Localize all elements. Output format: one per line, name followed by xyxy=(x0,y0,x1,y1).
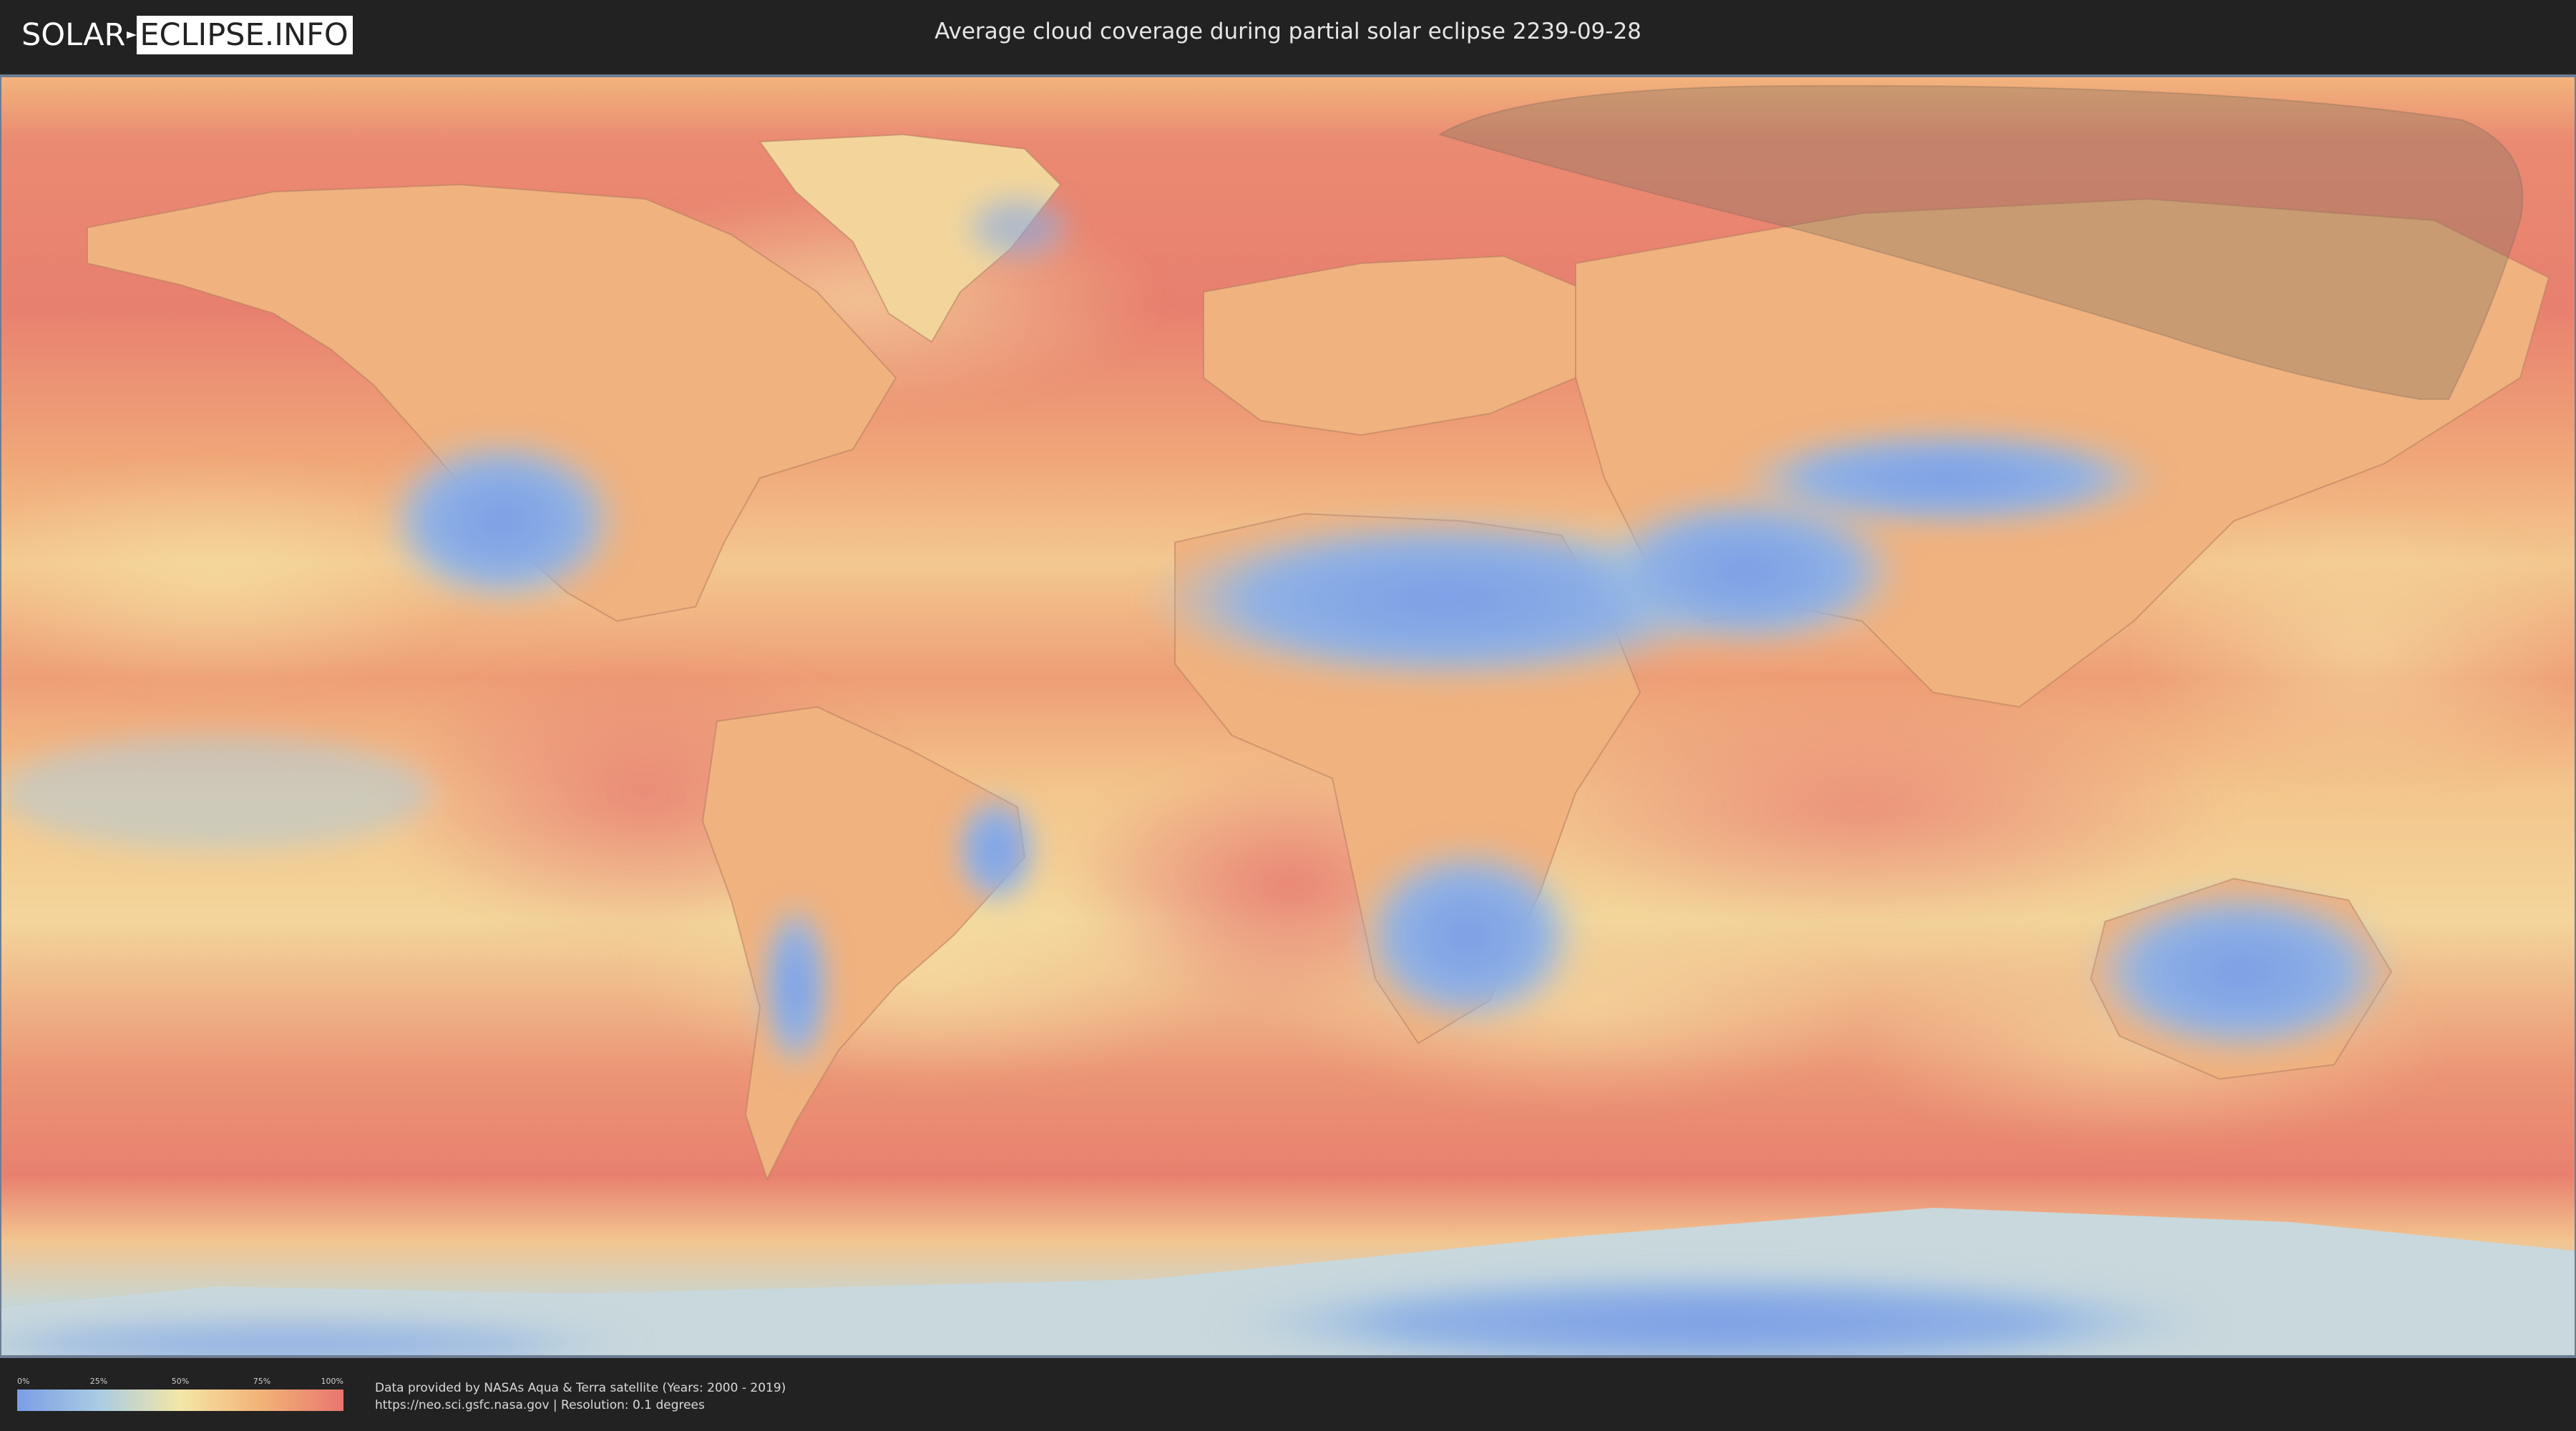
legend-tick-25: 25% xyxy=(89,1377,108,1386)
cloud-coverage-legend: 0% 25% 50% 75% 100% xyxy=(17,1377,343,1412)
clear-region-brazil-east xyxy=(953,793,1039,907)
clear-region-central-asia xyxy=(1733,428,2162,528)
clear-region-atacama xyxy=(760,900,831,1072)
clear-region-australia xyxy=(2084,886,2399,1058)
legend-color-scale xyxy=(17,1390,343,1411)
legend-tick-0: 0% xyxy=(17,1377,30,1386)
legend-tick-100: 100% xyxy=(321,1377,343,1386)
page: SOLAR ECLIPSE.INFO Average cloud coverag… xyxy=(0,0,2576,1431)
world-map-image xyxy=(1,77,2575,1355)
clear-region-north-american-west xyxy=(381,435,624,607)
cloud-coverage-map[interactable] xyxy=(0,74,2576,1358)
clear-region-southern-africa xyxy=(1354,843,1583,1029)
footer-bar: 0% 25% 50% 75% 100% Data provided by NAS… xyxy=(0,1358,2576,1431)
legend-tick-50: 50% xyxy=(171,1377,190,1386)
page-title: Average cloud coverage during partial so… xyxy=(935,19,1641,44)
legend-tick-75: 75% xyxy=(253,1377,271,1386)
header-bar: SOLAR ECLIPSE.INFO Average cloud coverag… xyxy=(0,0,2576,72)
legend-ticks: 0% 25% 50% 75% 100% xyxy=(17,1377,343,1388)
credits-line-source: Data provided by NASAs Aqua & Terra sate… xyxy=(375,1381,786,1395)
credits-line-link[interactable]: https://neo.sci.gsfc.nasa.gov | Resoluti… xyxy=(375,1397,786,1414)
clear-region-greenland xyxy=(960,192,1075,263)
data-credits: Data provided by NASAs Aqua & Terra sate… xyxy=(375,1379,786,1414)
